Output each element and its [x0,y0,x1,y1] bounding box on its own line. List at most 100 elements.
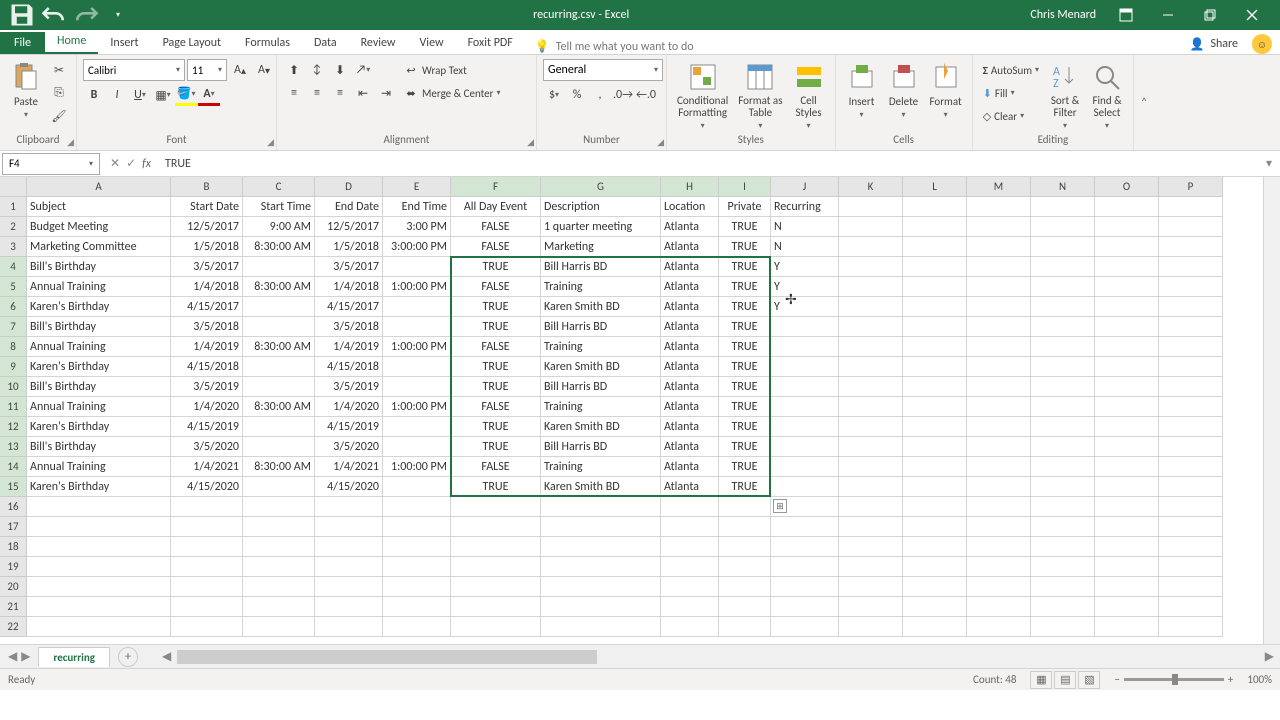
cell[interactable] [719,517,771,537]
cell[interactable]: 3/5/2019 [171,377,243,397]
cell[interactable] [771,537,839,557]
cell[interactable]: 4/15/2018 [315,357,383,377]
row-header[interactable]: 20 [0,577,27,597]
cell[interactable] [451,617,541,637]
cell[interactable] [1031,357,1095,377]
borders-icon[interactable]: ▦▾ [152,84,174,106]
cell[interactable]: TRUE [719,297,771,317]
cell[interactable] [903,257,967,277]
col-header[interactable]: K [839,177,903,197]
accounting-format-icon[interactable]: $▾ [543,84,565,106]
cell[interactable]: 1/4/2021 [315,457,383,477]
cell[interactable] [243,437,315,457]
row-header[interactable]: 7 [0,317,27,337]
font-name-picker[interactable]: Calibri▾ [83,59,185,81]
cell[interactable] [903,417,967,437]
cell[interactable] [1095,537,1159,557]
cell[interactable] [383,297,451,317]
cell[interactable] [171,497,243,517]
cell[interactable] [1095,597,1159,617]
format-cells-button[interactable]: Format▾ [926,59,966,122]
cell[interactable] [903,197,967,217]
prev-sheet-icon[interactable]: ◀ [8,649,17,664]
paste-button[interactable]: Paste▾ [6,59,46,122]
enter-formula-icon[interactable]: ✓ [126,156,136,171]
cell[interactable]: TRUE [719,257,771,277]
cell[interactable] [839,297,903,317]
cell[interactable] [383,617,451,637]
col-header[interactable]: M [967,177,1031,197]
collapse-ribbon-icon[interactable]: ˄ [1134,55,1154,150]
cell[interactable]: Bill's Birthday [27,437,171,457]
font-size-picker[interactable]: 11▾ [187,59,227,81]
col-header[interactable]: P [1159,177,1223,197]
cell[interactable]: 4/15/2020 [171,477,243,497]
cell[interactable] [1095,557,1159,577]
conditional-formatting-button[interactable]: Conditional Formatting▾ [673,59,732,133]
cell[interactable]: Atlanta [661,377,719,397]
cell[interactable] [839,257,903,277]
new-sheet-icon[interactable]: + [118,647,138,667]
number-launcher-icon[interactable]: ◢ [657,137,664,148]
cell[interactable] [1095,617,1159,637]
cell[interactable] [1159,417,1223,437]
row-header[interactable]: 16 [0,497,27,517]
col-header[interactable]: E [383,177,451,197]
cell[interactable] [1095,317,1159,337]
col-header[interactable]: N [1031,177,1095,197]
cell[interactable] [771,317,839,337]
cell[interactable]: Budget Meeting [27,217,171,237]
cell[interactable]: Start Date [171,197,243,217]
format-painter-icon[interactable]: 🖌 [48,105,70,127]
autofill-options-icon[interactable]: ⊞ [773,499,787,513]
horizontal-scrollbar[interactable]: ◀ [158,649,1259,665]
cell[interactable] [1031,217,1095,237]
cell[interactable] [27,517,171,537]
cell[interactable]: Training [541,457,661,477]
cell[interactable]: FALSE [451,337,541,357]
cell[interactable]: Location [661,197,719,217]
cell[interactable] [967,217,1031,237]
cell[interactable] [1159,397,1223,417]
cell[interactable] [541,557,661,577]
cell[interactable] [1095,377,1159,397]
cell[interactable] [243,377,315,397]
row-header[interactable]: 21 [0,597,27,617]
cell[interactable]: TRUE [719,337,771,357]
fill-color-icon[interactable]: 🪣▾ [175,84,197,106]
cell[interactable]: Training [541,277,661,297]
cell[interactable] [383,557,451,577]
cell[interactable]: Annual Training [27,277,171,297]
cell[interactable] [1159,597,1223,617]
cell[interactable] [1159,217,1223,237]
cell[interactable] [967,197,1031,217]
cell[interactable] [1159,517,1223,537]
cell[interactable] [839,217,903,237]
insert-function-icon[interactable]: fx [142,157,151,171]
cell[interactable] [1031,437,1095,457]
col-header[interactable]: B [171,177,243,197]
cell[interactable]: Karen Smith BD [541,357,661,377]
cell[interactable] [1031,497,1095,517]
cell[interactable] [1031,457,1095,477]
cell[interactable] [27,537,171,557]
cell[interactable]: N [771,237,839,257]
cell[interactable]: Y [771,297,839,317]
row-header[interactable]: 17 [0,517,27,537]
cell[interactable] [171,597,243,617]
decrease-indent-icon[interactable]: ⇤ [352,82,374,104]
cell[interactable]: Atlanta [661,297,719,317]
cell[interactable] [171,577,243,597]
cell[interactable]: FALSE [451,217,541,237]
cell[interactable] [1159,497,1223,517]
cell[interactable]: 1/5/2018 [171,237,243,257]
cell[interactable]: End Date [315,197,383,217]
cell[interactable] [27,617,171,637]
cell[interactable]: 1 quarter meeting [541,217,661,237]
cell[interactable]: Description [541,197,661,217]
row-header[interactable]: 3 [0,237,27,257]
cell[interactable] [1159,437,1223,457]
cell[interactable]: 8:30:00 AM [243,457,315,477]
cell[interactable]: Karen Smith BD [541,477,661,497]
cell[interactable]: 12/5/2017 [171,217,243,237]
